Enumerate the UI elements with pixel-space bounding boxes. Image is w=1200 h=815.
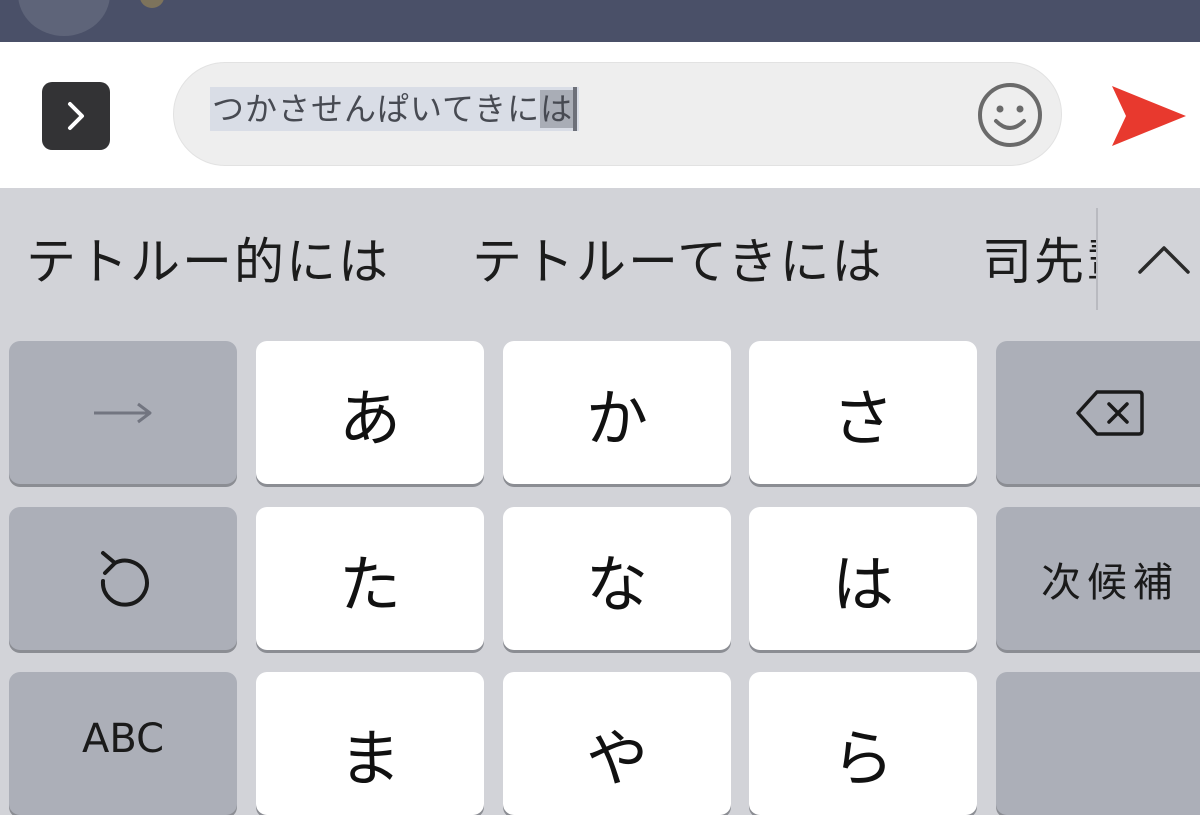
kana-key-sa[interactable]: さ: [749, 341, 977, 484]
undo-key[interactable]: [9, 507, 237, 650]
composing-text-main: つかさせんぱいてきに: [212, 90, 541, 128]
kana-key-ya[interactable]: や: [503, 672, 731, 815]
text-caret: [573, 87, 578, 131]
header-avatar-partial: [140, 0, 164, 8]
message-input[interactable]: つかさせんぱいてきには: [173, 62, 1062, 166]
divider: [1096, 208, 1098, 310]
backspace-icon: [1076, 389, 1144, 436]
kana-key-ha[interactable]: は: [749, 507, 977, 650]
kana-key-ta[interactable]: た: [256, 507, 484, 650]
arrow-right-icon: [94, 402, 152, 423]
chevron-right-icon: [68, 102, 84, 130]
kana-key-na[interactable]: な: [503, 507, 731, 650]
message-input-row: つかさせんぱいてきには: [0, 42, 1200, 188]
candidate-bar: テトルー的には テトルーてきには 司先輩: [0, 188, 1200, 330]
composing-text: つかさせんぱいてきには: [210, 87, 580, 131]
space-key[interactable]: [996, 672, 1200, 815]
composing-text-highlighted: は: [540, 90, 574, 128]
kana-key-ka[interactable]: か: [503, 341, 731, 484]
candidate-item[interactable]: 司先輩: [982, 232, 1096, 292]
smiley-face-icon[interactable]: [976, 81, 1044, 149]
chat-header: [0, 0, 1200, 42]
kana-key-ma[interactable]: ま: [256, 672, 484, 815]
undo-icon: [100, 550, 149, 607]
candidate-item[interactable]: テトルーてきには: [472, 232, 884, 292]
abc-label: ABC: [81, 716, 165, 762]
kana-key-ra[interactable]: ら: [749, 672, 977, 815]
next-candidate-label: 次候補: [1041, 559, 1179, 606]
expand-menu-button[interactable]: [42, 82, 110, 150]
candidate-clip: 司先輩: [970, 188, 1096, 330]
paper-plane-send-icon[interactable]: [1108, 80, 1188, 152]
arrow-right-key[interactable]: [9, 341, 237, 484]
chevron-up-icon[interactable]: [1136, 242, 1192, 276]
avatar[interactable]: [18, 0, 110, 36]
next-candidate-key[interactable]: 次候補: [996, 507, 1200, 650]
kana-key-a[interactable]: あ: [256, 341, 484, 484]
abc-key[interactable]: ABC: [9, 672, 237, 815]
backspace-key[interactable]: [996, 341, 1200, 484]
candidate-item[interactable]: テトルー的には: [26, 232, 390, 292]
